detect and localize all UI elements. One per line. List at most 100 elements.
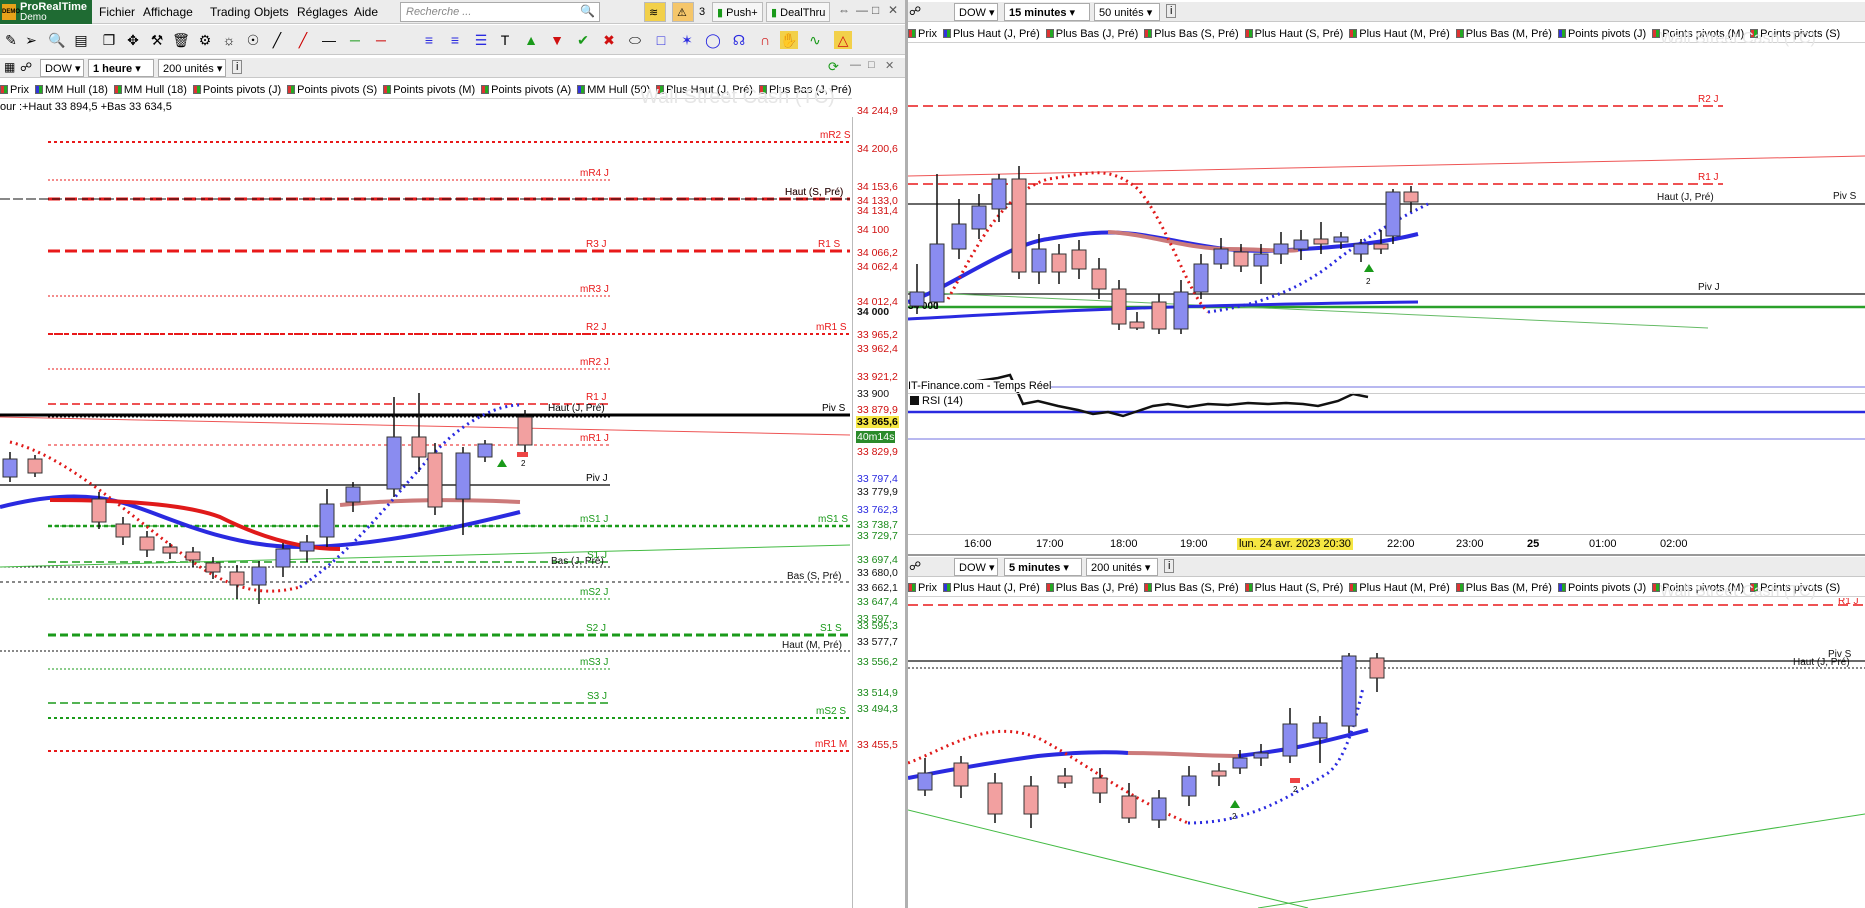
pitchfork-icon[interactable]: ☰ bbox=[472, 31, 490, 49]
tr-chain-icon[interactable]: ☍ bbox=[909, 4, 921, 18]
legend-item[interactable]: Points pivots (S) bbox=[287, 83, 377, 96]
chain-icon[interactable]: ☍ bbox=[20, 60, 32, 74]
menu-objets[interactable]: Objets bbox=[254, 5, 289, 19]
magnet-icon[interactable]: ∩ bbox=[756, 31, 774, 49]
hand-icon[interactable]: ✋ bbox=[780, 31, 798, 49]
legend-item[interactable]: Prix bbox=[908, 27, 937, 40]
legend-item[interactable]: MM Hull (18) bbox=[34, 83, 108, 96]
legend-item[interactable]: Plus Haut (S, Pré) bbox=[1244, 581, 1344, 594]
fibonacci-icon[interactable]: ≡ bbox=[446, 31, 464, 49]
ray-icon[interactable]: ─ bbox=[372, 31, 390, 49]
legend-item[interactable]: Points pivots (J) bbox=[1557, 581, 1646, 594]
search-input[interactable]: Recherche ... 🔍 bbox=[400, 2, 600, 22]
candle bbox=[1403, 191, 1419, 203]
tr-units-select[interactable]: 50 unités ▾ bbox=[1094, 3, 1160, 21]
left-minimize-icon[interactable]: — bbox=[850, 59, 861, 71]
rectangle-icon[interactable]: □ bbox=[652, 31, 670, 49]
menu-reglages[interactable]: Réglages bbox=[297, 5, 348, 19]
horizontal-divider[interactable] bbox=[908, 554, 1865, 556]
legend-item[interactable]: Plus Haut (M, Pré) bbox=[1349, 27, 1450, 40]
tr-price-chart[interactable]: R2 JR1 JPiv SHaut (J, Pré)Piv J34 0002 bbox=[908, 44, 1865, 594]
text-icon[interactable]: T bbox=[496, 31, 514, 49]
alert-bell-icon[interactable]: ⚠ bbox=[672, 2, 694, 22]
close-icon[interactable]: ✕ bbox=[888, 3, 898, 17]
ellipse-icon[interactable]: ⬭ bbox=[626, 31, 644, 49]
candle bbox=[139, 536, 155, 551]
legend-label: Plus Haut (S, Pré) bbox=[1254, 582, 1344, 594]
arrow-up-icon[interactable]: ▲ bbox=[522, 31, 540, 49]
menu-trading[interactable]: Trading bbox=[210, 5, 250, 19]
cycle-icon[interactable]: ◯ bbox=[704, 31, 722, 49]
gann-icon[interactable]: ☊ bbox=[730, 31, 748, 49]
arrow-down-icon[interactable]: ▼ bbox=[548, 31, 566, 49]
pattern-icon[interactable]: △ bbox=[834, 31, 852, 49]
check-icon[interactable]: ✔ bbox=[574, 31, 592, 49]
br-price-chart[interactable]: R1 JPiv SHaut (J, Pré)22 bbox=[908, 598, 1865, 908]
pencil-icon[interactable]: ✎ bbox=[2, 31, 20, 49]
copy-icon[interactable]: ❐ bbox=[100, 31, 118, 49]
move-icon[interactable]: ✥ bbox=[124, 31, 142, 49]
maximize-icon[interactable]: □ bbox=[872, 3, 879, 17]
legend-item[interactable]: Plus Haut (S, Pré) bbox=[1244, 27, 1343, 40]
legend-item[interactable]: Points pivots (J) bbox=[1557, 27, 1646, 40]
menu-fichier[interactable]: Fichier bbox=[99, 5, 135, 19]
red-line-icon[interactable]: ╱ bbox=[294, 31, 312, 49]
hline-icon[interactable]: — bbox=[320, 31, 338, 49]
cross-icon[interactable]: ✖ bbox=[600, 31, 618, 49]
left-maximize-icon[interactable]: □ bbox=[868, 59, 875, 71]
left-instrument-select[interactable]: DOW ▾ bbox=[40, 59, 84, 77]
trash-icon[interactable]: 🗑 bbox=[172, 31, 190, 49]
legend-item[interactable]: MM Hull (18) bbox=[113, 83, 187, 96]
tr-instrument-select[interactable]: DOW ▾ bbox=[954, 3, 998, 21]
refresh-icon[interactable]: ⟳ bbox=[828, 59, 839, 75]
br-instrument-select[interactable]: DOW ▾ bbox=[954, 558, 998, 576]
left-price-chart[interactable]: mR2 S mR4 J Haut (S, Pré) R3 J R1 S mR3 J R2 J… bbox=[0, 117, 852, 908]
legend-item[interactable]: Prix bbox=[908, 581, 937, 594]
legend-swatch bbox=[942, 29, 951, 38]
left-units-select[interactable]: 200 unités ▾ bbox=[158, 59, 226, 77]
legend-item[interactable]: Points pivots (J) bbox=[192, 83, 281, 96]
bell-icon[interactable]: ☼ bbox=[220, 31, 238, 49]
legend-item[interactable]: Plus Bas (J, Pré) bbox=[1045, 27, 1138, 40]
wave-icon[interactable]: ∿ bbox=[806, 31, 824, 49]
legend-item[interactable]: Plus Bas (J, Pré) bbox=[1045, 581, 1138, 594]
info-icon[interactable]: i bbox=[232, 60, 243, 74]
legend-item[interactable]: Plus Bas (S, Pré) bbox=[1144, 27, 1239, 40]
legend-item[interactable]: Plus Haut (M, Pré) bbox=[1349, 581, 1450, 594]
zoom-icon[interactable]: 🔍 bbox=[48, 31, 66, 49]
dealthru-button[interactable]: ▮ DealThru bbox=[766, 2, 831, 22]
lock-icon[interactable]: ⚙ bbox=[196, 31, 214, 49]
legend-item[interactable]: Plus Bas (M, Pré) bbox=[1455, 27, 1552, 40]
eye-icon[interactable]: ☉ bbox=[244, 31, 262, 49]
swap-window-icon[interactable]: ⇔ bbox=[838, 3, 850, 17]
chart-icon[interactable]: ≋ bbox=[644, 2, 666, 22]
left-timeframe-select[interactable]: 1 heure ▾ bbox=[88, 59, 154, 77]
channel-icon[interactable]: ≡ bbox=[420, 31, 438, 49]
legend-item[interactable]: Points pivots (A) bbox=[481, 83, 571, 96]
br-timeframe-select[interactable]: 5 minutes ▾ bbox=[1004, 558, 1082, 576]
menu-aide[interactable]: Aide bbox=[354, 5, 378, 19]
menu-affichage[interactable]: Affichage bbox=[143, 5, 193, 19]
minimize-icon[interactable]: — bbox=[856, 3, 868, 17]
search-icon[interactable]: 🔍 bbox=[580, 4, 595, 18]
push-plus-button[interactable]: ▮ Push+ bbox=[712, 2, 763, 22]
tr-timeframe-select[interactable]: 15 minutes ▾ bbox=[1004, 3, 1090, 21]
legend-item[interactable]: Plus Haut (J, Pré) bbox=[942, 581, 1040, 594]
polygon-icon[interactable]: ✶ bbox=[678, 31, 696, 49]
br-info-icon[interactable]: i bbox=[1164, 559, 1175, 573]
ruler-icon[interactable]: ▤ bbox=[72, 31, 90, 49]
cursor-icon[interactable]: ➢ bbox=[22, 31, 40, 49]
magnet-tool-icon[interactable]: ⚒ bbox=[148, 31, 166, 49]
left-close-icon[interactable]: ✕ bbox=[885, 59, 894, 72]
legend-item[interactable]: Prix bbox=[0, 83, 29, 96]
legend-item[interactable]: Points pivots (M) bbox=[383, 83, 475, 96]
tr-info-icon[interactable]: i bbox=[1166, 4, 1177, 18]
br-chain-icon[interactable]: ☍ bbox=[909, 559, 921, 573]
legend-item[interactable]: Plus Haut (J, Pré) bbox=[942, 27, 1040, 40]
trendline-icon[interactable]: ╱ bbox=[268, 31, 286, 49]
legend-item[interactable]: Plus Bas (S, Pré) bbox=[1144, 581, 1239, 594]
segment-icon[interactable]: ─ bbox=[346, 31, 364, 49]
window-icon[interactable]: ▦ bbox=[4, 60, 15, 74]
legend-item[interactable]: Plus Bas (M, Pré) bbox=[1455, 581, 1552, 594]
br-units-select[interactable]: 200 unités ▾ bbox=[1086, 558, 1158, 576]
